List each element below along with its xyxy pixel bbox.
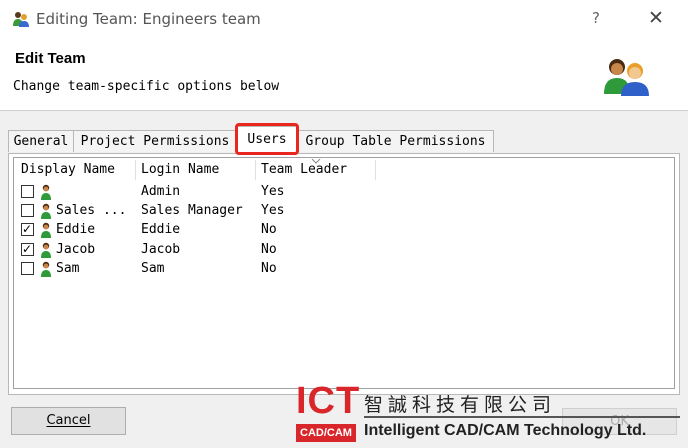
login-name-cell: Admin (141, 184, 181, 199)
team-icon (13, 12, 29, 27)
row-checkbox[interactable] (21, 261, 34, 275)
team-leader-cell: No (261, 241, 277, 257)
user-icon (40, 184, 52, 200)
team-leader-cell: No (261, 222, 277, 238)
watermark-chinese-name: 智誠科技有限公司 (364, 394, 557, 416)
team-leader-cell: Yes (261, 184, 285, 199)
team-leader-cell: No (261, 260, 277, 276)
company-watermark: ICT CAD/CAM 智誠科技有限公司 Intelligent CAD/CAM… (292, 380, 684, 448)
table-row[interactable]: ✓ Jacob Jacob No (14, 241, 674, 260)
check-icon: ✓ (22, 222, 33, 237)
window-title: Editing Team: Engineers team (36, 10, 261, 28)
table-row[interactable]: ✓ Eddie Eddie No (14, 221, 674, 240)
login-name-cell: Sam (141, 260, 165, 276)
login-name-cell: Sales Manager (141, 203, 243, 219)
watermark-english-name: Intelligent CAD/CAM Technology Ltd. (364, 422, 647, 439)
watermark-logo: ICT (296, 380, 361, 422)
table-row[interactable]: Sales ... Sales Manager Yes (14, 202, 674, 221)
team-leader-cell: Yes (261, 203, 285, 219)
login-name-cell: Eddie (141, 222, 181, 238)
cancel-button[interactable]: Cancel (11, 407, 126, 435)
user-icon (40, 242, 52, 258)
dialog-header: Edit Team Change team-specific options b… (0, 38, 688, 111)
help-button[interactable]: ? (592, 9, 600, 27)
row-checkbox[interactable] (21, 204, 34, 218)
tab-general[interactable]: General (8, 130, 74, 152)
row-checkbox[interactable]: ✓ (21, 241, 34, 256)
user-icon (40, 222, 52, 239)
tab-highlight-box (235, 123, 299, 155)
user-icon (40, 203, 52, 220)
tab-group-table-permissions[interactable]: Group Table Permissions (297, 130, 494, 152)
display-name-cell: Sales ... (56, 203, 127, 219)
display-name-cell: Sam (56, 260, 80, 276)
cancel-button-label: Cancel (46, 413, 91, 428)
column-team-leader[interactable]: Team Leader (261, 162, 347, 177)
display-name-cell: Jacob (56, 241, 96, 257)
column-login-name[interactable]: Login Name (141, 162, 219, 177)
check-icon: ✓ (22, 241, 33, 256)
tab-project-permissions[interactable]: Project Permissions (73, 130, 237, 152)
row-checkbox[interactable] (21, 185, 34, 198)
column-display-name[interactable]: Display Name (21, 162, 115, 177)
page-title: Edit Team (15, 50, 86, 67)
user-icon (40, 261, 52, 277)
list-header: Display Name Login Name Team Leader (14, 158, 674, 182)
display-name-cell: Eddie (56, 222, 96, 238)
watermark-divider (364, 416, 680, 418)
title-bar: Editing Team: Engineers team ? ✕ (0, 0, 688, 38)
page-subtitle: Change team-specific options below (13, 79, 280, 94)
sort-chevron-icon (311, 158, 321, 164)
watermark-badge: CAD/CAM (296, 424, 356, 442)
table-row[interactable]: Sam Sam No (14, 260, 674, 279)
table-row[interactable]: Admin Yes (14, 183, 674, 202)
team-large-icon (604, 59, 649, 96)
row-checkbox[interactable]: ✓ (21, 222, 34, 237)
users-list[interactable]: Display Name Login Name Team Leader Admi… (13, 157, 675, 389)
close-button[interactable]: ✕ (648, 7, 664, 29)
login-name-cell: Jacob (141, 241, 181, 257)
